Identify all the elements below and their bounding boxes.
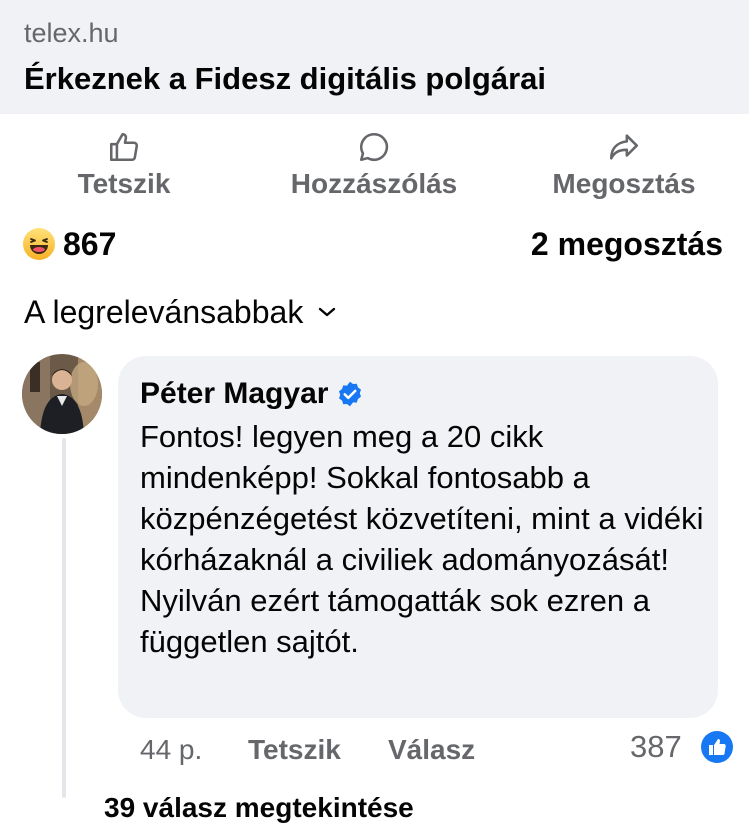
link-title[interactable]: Érkeznek a Fidesz digitális polgárai (24, 60, 546, 98)
haha-emoji-icon[interactable] (22, 227, 56, 261)
share-button-label: Megosztás (552, 168, 696, 199)
avatar-image (22, 354, 102, 434)
like-button[interactable]: Tetszik (4, 124, 244, 204)
verified-badge-icon (339, 381, 362, 407)
author-name[interactable]: Péter Magyar (140, 376, 328, 412)
reaction-stats: 867 2 megosztás (0, 224, 749, 264)
comment-timestamp[interactable]: 44 p. (140, 732, 202, 768)
post-actions-bar: Tetszik Hozzászólás Megosztás (0, 124, 749, 204)
comment-sort-dropdown[interactable]: A legrelevánsabbak (24, 292, 337, 332)
comment-meta: 44 p. Tetszik Válasz 387 (0, 728, 749, 772)
chevron-down-icon (319, 307, 336, 317)
link-domain: telex.hu (24, 18, 119, 48)
comment-reply-button[interactable]: Válasz (388, 732, 475, 768)
comment-like-count[interactable]: 387 (630, 728, 682, 766)
comment-button[interactable]: Hozzászólás (254, 124, 494, 204)
link-preview-card[interactable]: telex.hu Érkeznek a Fidesz digitális pol… (0, 0, 749, 114)
comment-button-label: Hozzászólás (290, 168, 458, 199)
share-button[interactable]: Megosztás (504, 124, 744, 204)
comment-like-button[interactable]: Tetszik (248, 732, 341, 768)
share-count[interactable]: 2 megosztás (531, 224, 723, 264)
comment-text: Fontos! legyen meg a 20 cikk mindenképp!… (140, 419, 704, 659)
avatar[interactable] (22, 354, 102, 434)
comment-bubble-icon (359, 132, 389, 162)
share-arrow-icon (609, 134, 639, 160)
thumbs-up-icon (109, 132, 139, 162)
like-button-label: Tetszik (77, 168, 171, 199)
reaction-count[interactable]: 867 (63, 224, 116, 264)
view-replies-link[interactable]: 39 válasz megtekintése (104, 790, 414, 826)
sort-label: A legrelevánsabbak (24, 294, 304, 330)
like-badge-icon[interactable] (700, 730, 734, 764)
comment-author[interactable]: Péter Magyar (140, 376, 364, 412)
comment-bubble[interactable]: Péter Magyar Fontos! legyen meg a 20 cik… (118, 356, 718, 718)
